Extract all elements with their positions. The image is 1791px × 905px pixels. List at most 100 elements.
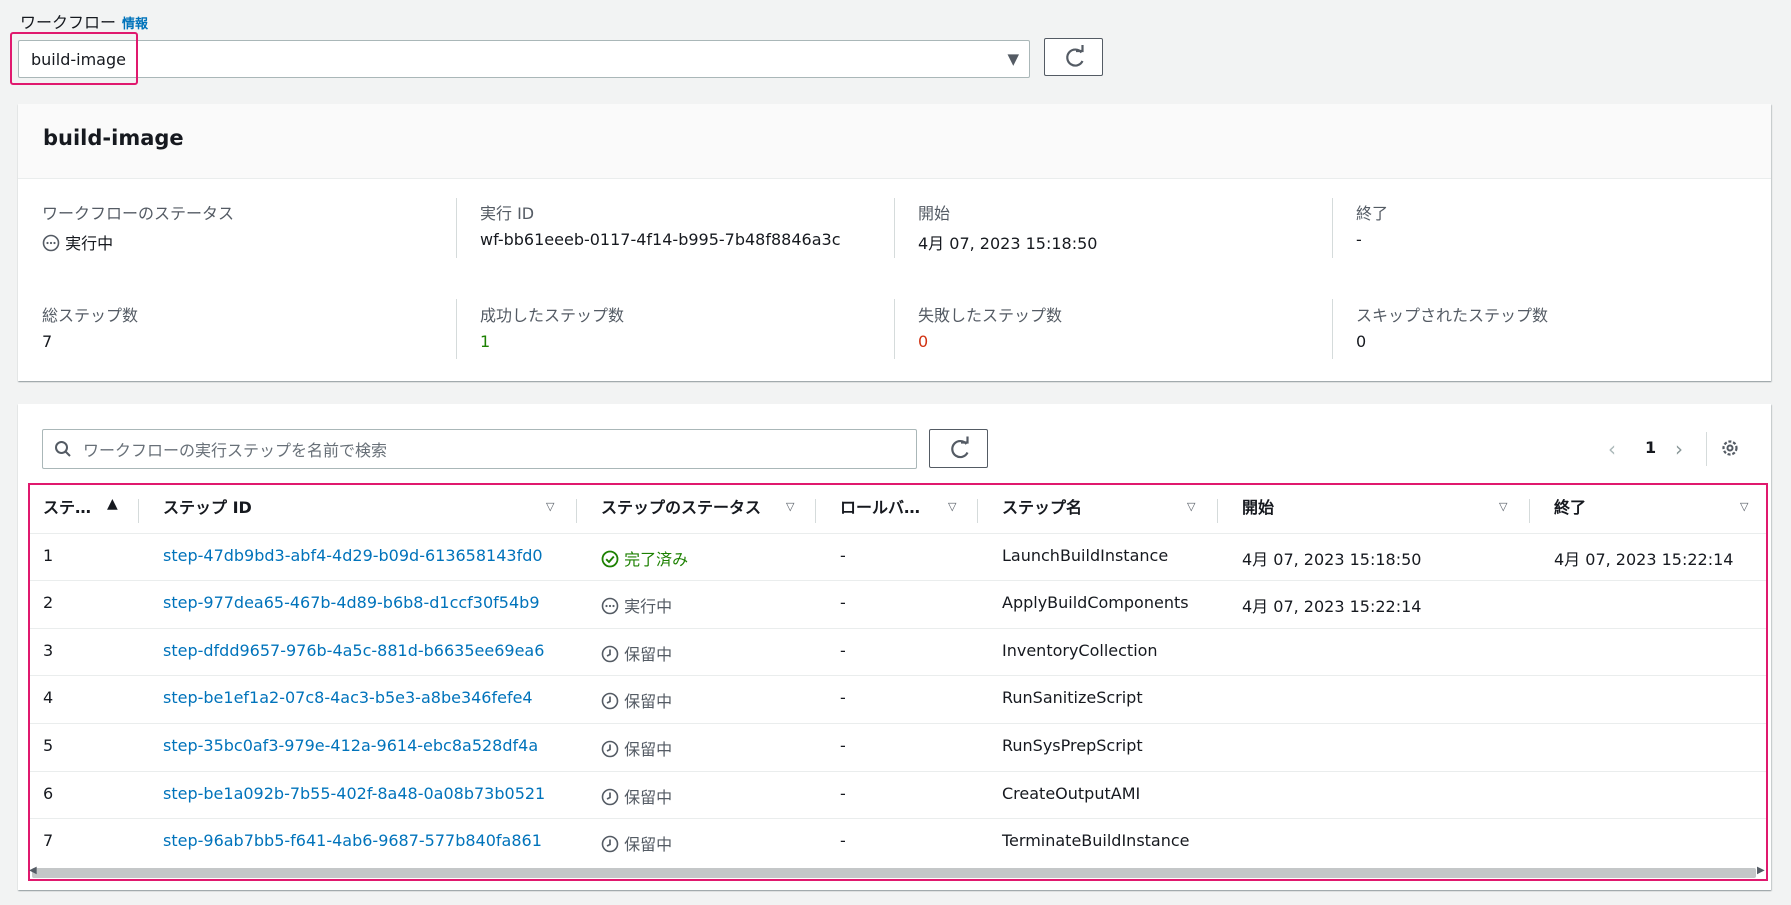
step-number: 5 — [43, 736, 54, 755]
table-row: 7 step-96ab7bb5-f641-4ab6-9687-577b840fa… — [18, 819, 1771, 865]
step-id-link[interactable]: step-dfdd9657-976b-4a5c-881d-b6635ee69ea… — [163, 641, 544, 660]
sort-icon[interactable]: ▽ — [948, 500, 956, 513]
column-divider[interactable] — [815, 499, 816, 523]
rollback-value: - — [840, 784, 846, 803]
column-header-rollback[interactable]: ロールバ… — [840, 494, 920, 518]
refresh-button[interactable] — [1044, 38, 1103, 76]
step-name: RunSanitizeScript — [1002, 688, 1143, 707]
rollback-value: - — [840, 831, 846, 850]
step-name: TerminateBuildInstance — [1002, 831, 1190, 850]
search-box[interactable] — [42, 429, 917, 470]
column-header-start[interactable]: 開始 — [1242, 494, 1274, 518]
failed-steps-label: 失敗したステップ数 — [918, 306, 1063, 325]
clock-icon — [601, 835, 619, 853]
step-start: 4月 07, 2023 15:22:14 — [1242, 597, 1422, 616]
step-status: 保留中 — [601, 736, 672, 760]
table-row: 3 step-dfdd9657-976b-4a5c-881d-b6635ee69… — [18, 629, 1771, 675]
column-divider — [1332, 198, 1333, 258]
column-divider — [456, 198, 457, 258]
step-status-text: 完了済み — [624, 550, 689, 569]
refresh-icon — [951, 436, 969, 459]
start-label: 開始 — [918, 204, 951, 223]
end-label: 終了 — [1356, 204, 1389, 223]
step-id-link[interactable]: step-be1ef1a2-07c8-4ac3-b5e3-a8be346fefe… — [163, 688, 533, 707]
sort-icon[interactable]: ▽ — [546, 500, 554, 513]
execution-id-label: 実行 ID — [480, 204, 535, 223]
gear-icon — [1722, 440, 1738, 456]
scroll-left-icon[interactable]: ◀ — [29, 865, 37, 876]
clock-icon — [601, 692, 619, 710]
step-status-text: 保留中 — [624, 692, 673, 711]
step-number: 4 — [43, 688, 54, 707]
step-id-link[interactable]: step-96ab7bb5-f641-4ab6-9687-577b840fa86… — [163, 831, 542, 850]
step-status: 実行中 — [601, 593, 672, 617]
step-number: 3 — [43, 641, 54, 660]
column-divider[interactable] — [977, 499, 978, 523]
step-id-link[interactable]: step-be1a092b-7b55-402f-8a48-0a08b73b052… — [163, 784, 545, 803]
step-status-text: 保留中 — [624, 645, 673, 664]
info-link[interactable]: 情報 — [122, 17, 148, 32]
step-id-link[interactable]: step-35bc0af3-979e-412a-9614-ebc8a528df4… — [163, 736, 538, 755]
execution-id-value: wf-bb61eeeb-0117-4f14-b995-7b48f8846a3c — [480, 230, 841, 249]
step-status: 完了済み — [601, 546, 688, 570]
step-status: 保留中 — [601, 688, 672, 712]
workflow-label: ワークフロー 情報 — [20, 9, 148, 33]
column-divider[interactable] — [1529, 499, 1530, 523]
column-header-step-status[interactable]: ステップのステータス — [601, 494, 761, 518]
horizontal-scrollbar[interactable] — [32, 868, 1756, 878]
sort-icon[interactable]: ▽ — [786, 500, 794, 513]
step-name: InventoryCollection — [1002, 641, 1158, 660]
search-icon — [55, 441, 71, 457]
step-start: 4月 07, 2023 15:18:50 — [1242, 550, 1422, 569]
step-number: 1 — [43, 546, 54, 565]
current-page[interactable]: 1 — [1645, 438, 1656, 457]
sort-icon[interactable]: ▽ — [1499, 500, 1507, 513]
sort-icon[interactable]: ▽ — [1740, 500, 1748, 513]
clock-icon — [601, 788, 619, 806]
step-id-link[interactable]: step-47db9bd3-abf4-4d29-b09d-613658143fd… — [163, 546, 543, 565]
summary-panel: build-image ワークフローのステータス 実行中 実行 ID wf-bb… — [18, 104, 1771, 381]
highlight-box — [10, 32, 138, 85]
column-divider — [456, 299, 457, 359]
summary-header: build-image — [18, 104, 1771, 179]
workflow-select[interactable]: build-image ▼ — [18, 40, 1030, 78]
step-status-text: 保留中 — [624, 835, 673, 854]
scroll-right-icon[interactable]: ▶ — [1757, 865, 1765, 876]
step-status: 保留中 — [601, 641, 672, 665]
next-page-icon[interactable]: › — [1675, 437, 1683, 461]
step-name: RunSysPrepScript — [1002, 736, 1143, 755]
column-header-number[interactable]: ステ… — [43, 494, 91, 518]
end-value: - — [1356, 230, 1362, 249]
in-progress-icon — [601, 597, 619, 615]
workflow-status-label: ワークフローのステータス — [42, 204, 235, 223]
steps-refresh-button[interactable] — [929, 429, 988, 468]
step-status-text: 保留中 — [624, 740, 673, 759]
step-status: 保留中 — [601, 831, 672, 855]
workflow-status-text: 実行中 — [65, 234, 114, 253]
search-input[interactable] — [81, 430, 905, 470]
skipped-steps-label: スキップされたステップ数 — [1356, 306, 1549, 325]
sort-ascending-icon[interactable]: ▲ — [107, 496, 118, 512]
column-divider[interactable] — [138, 499, 139, 523]
column-divider[interactable] — [1217, 499, 1218, 523]
succeeded-steps-label: 成功したステップ数 — [480, 306, 625, 325]
previous-page-icon[interactable]: ‹ — [1608, 437, 1616, 461]
rollback-value: - — [840, 688, 846, 707]
column-divider[interactable] — [576, 499, 577, 523]
column-header-step-id[interactable]: ステップ ID — [163, 494, 252, 518]
settings-button[interactable] — [1719, 437, 1741, 463]
column-header-end[interactable]: 終了 — [1554, 494, 1586, 518]
in-progress-icon — [42, 234, 60, 252]
step-id-link[interactable]: step-977dea65-467b-4d89-b6b8-d1ccf30f54b… — [163, 593, 540, 612]
total-steps-value: 7 — [42, 332, 53, 351]
sort-icon[interactable]: ▽ — [1187, 500, 1195, 513]
pager-divider — [1706, 432, 1707, 466]
caret-down-icon: ▼ — [1007, 50, 1019, 68]
summary-title: build-image — [43, 126, 184, 150]
rollback-value: - — [840, 546, 846, 565]
step-end: 4月 07, 2023 15:22:14 — [1554, 550, 1734, 569]
column-header-step-name[interactable]: ステップ名 — [1002, 494, 1082, 518]
table-row: 4 step-be1ef1a2-07c8-4ac3-b5e3-a8be346fe… — [18, 676, 1771, 722]
failed-steps-value: 0 — [918, 332, 929, 351]
step-number: 6 — [43, 784, 54, 803]
